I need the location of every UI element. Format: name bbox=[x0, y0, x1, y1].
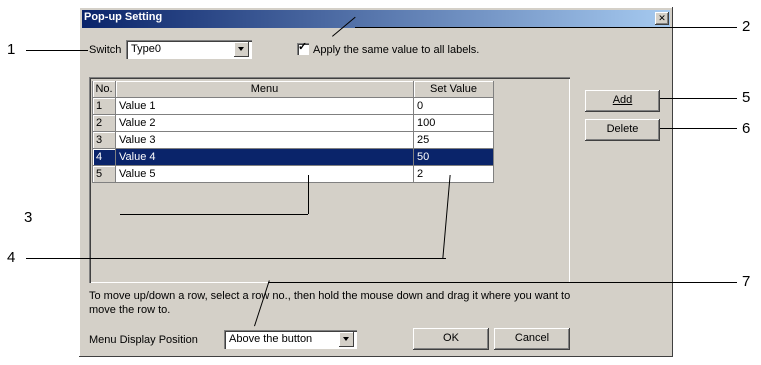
close-icon: ✕ bbox=[658, 13, 666, 23]
apply-same-label: Apply the same value to all labels. bbox=[313, 44, 480, 56]
menu-position-dropdown[interactable]: Above the button bbox=[224, 330, 357, 349]
row-number[interactable]: 4 bbox=[92, 149, 116, 166]
checkmark-icon: ✓ bbox=[298, 41, 308, 53]
row-number[interactable]: 5 bbox=[92, 166, 116, 183]
table-row[interactable]: 4 Value 4 50 bbox=[92, 149, 494, 166]
table-row[interactable]: 3 Value 3 25 bbox=[92, 132, 494, 149]
chevron-down-icon[interactable] bbox=[234, 42, 249, 57]
table-header: No. Menu Set Value bbox=[92, 81, 494, 98]
instruction-line-1: To move up/down a row, select a row no.,… bbox=[89, 290, 571, 302]
callout-line-2 bbox=[355, 27, 737, 28]
row-value-cell[interactable]: 50 bbox=[414, 149, 494, 166]
chevron-down-icon[interactable] bbox=[339, 332, 354, 347]
row-value-cell[interactable]: 2 bbox=[414, 166, 494, 183]
row-number[interactable]: 3 bbox=[92, 132, 116, 149]
callout-3: 3 bbox=[24, 209, 33, 226]
table-row[interactable]: 5 Value 52 bbox=[92, 166, 494, 183]
callout-2: 2 bbox=[742, 18, 751, 35]
window-title: Pop-up Setting bbox=[84, 11, 163, 23]
delete-button[interactable]: Delete bbox=[585, 119, 660, 141]
callout-6: 6 bbox=[742, 120, 751, 137]
row-value-cell[interactable]: 0 bbox=[414, 98, 494, 115]
table-row[interactable]: 1 Value 10 bbox=[92, 98, 494, 115]
callout-7: 7 bbox=[742, 273, 751, 290]
callout-5: 5 bbox=[742, 89, 751, 106]
callout-line-6 bbox=[660, 128, 737, 129]
row-menu-cell[interactable]: Value 2 bbox=[116, 115, 414, 132]
header-set-value[interactable]: Set Value bbox=[414, 81, 494, 98]
switch-dropdown[interactable]: Type0 bbox=[126, 40, 252, 59]
callout-4: 4 bbox=[7, 249, 16, 266]
row-value-cell[interactable]: 25 bbox=[414, 132, 494, 149]
row-number[interactable]: 2 bbox=[92, 115, 116, 132]
cancel-button[interactable]: Cancel bbox=[494, 328, 570, 350]
switch-label: Switch bbox=[89, 44, 122, 56]
row-menu-cell[interactable]: Value 3 bbox=[116, 132, 414, 149]
table-row[interactable]: 2 Value 2 100 bbox=[92, 115, 494, 132]
callout-1: 1 bbox=[7, 41, 16, 58]
apply-same-checkbox[interactable]: ✓ bbox=[297, 41, 309, 55]
row-menu-cell[interactable]: Value 1 bbox=[116, 98, 414, 115]
row-number[interactable]: 1 bbox=[92, 98, 116, 115]
ok-button[interactable]: OK bbox=[413, 328, 489, 350]
switch-value: Type0 bbox=[131, 43, 161, 55]
callout-line-1 bbox=[26, 50, 88, 51]
callout-line-5 bbox=[660, 98, 737, 99]
callout-line-3-v bbox=[308, 175, 309, 214]
header-menu[interactable]: Menu bbox=[116, 81, 414, 98]
callout-line-3-h bbox=[120, 214, 308, 215]
callout-line-4-h bbox=[26, 258, 446, 259]
header-no[interactable]: No. bbox=[92, 81, 116, 98]
title-bar[interactable] bbox=[82, 10, 670, 28]
callout-line-7-h bbox=[268, 282, 737, 283]
row-menu-cell[interactable]: Value 5 bbox=[116, 166, 414, 183]
menu-position-label: Menu Display Position bbox=[89, 334, 198, 346]
add-button[interactable]: Add bbox=[585, 90, 660, 112]
instruction-line-2: move the row to. bbox=[89, 304, 171, 316]
menu-position-value: Above the button bbox=[229, 333, 313, 345]
close-button[interactable]: ✕ bbox=[655, 12, 669, 25]
row-menu-cell[interactable]: Value 4 bbox=[116, 149, 414, 166]
row-value-cell[interactable]: 100 bbox=[414, 115, 494, 132]
